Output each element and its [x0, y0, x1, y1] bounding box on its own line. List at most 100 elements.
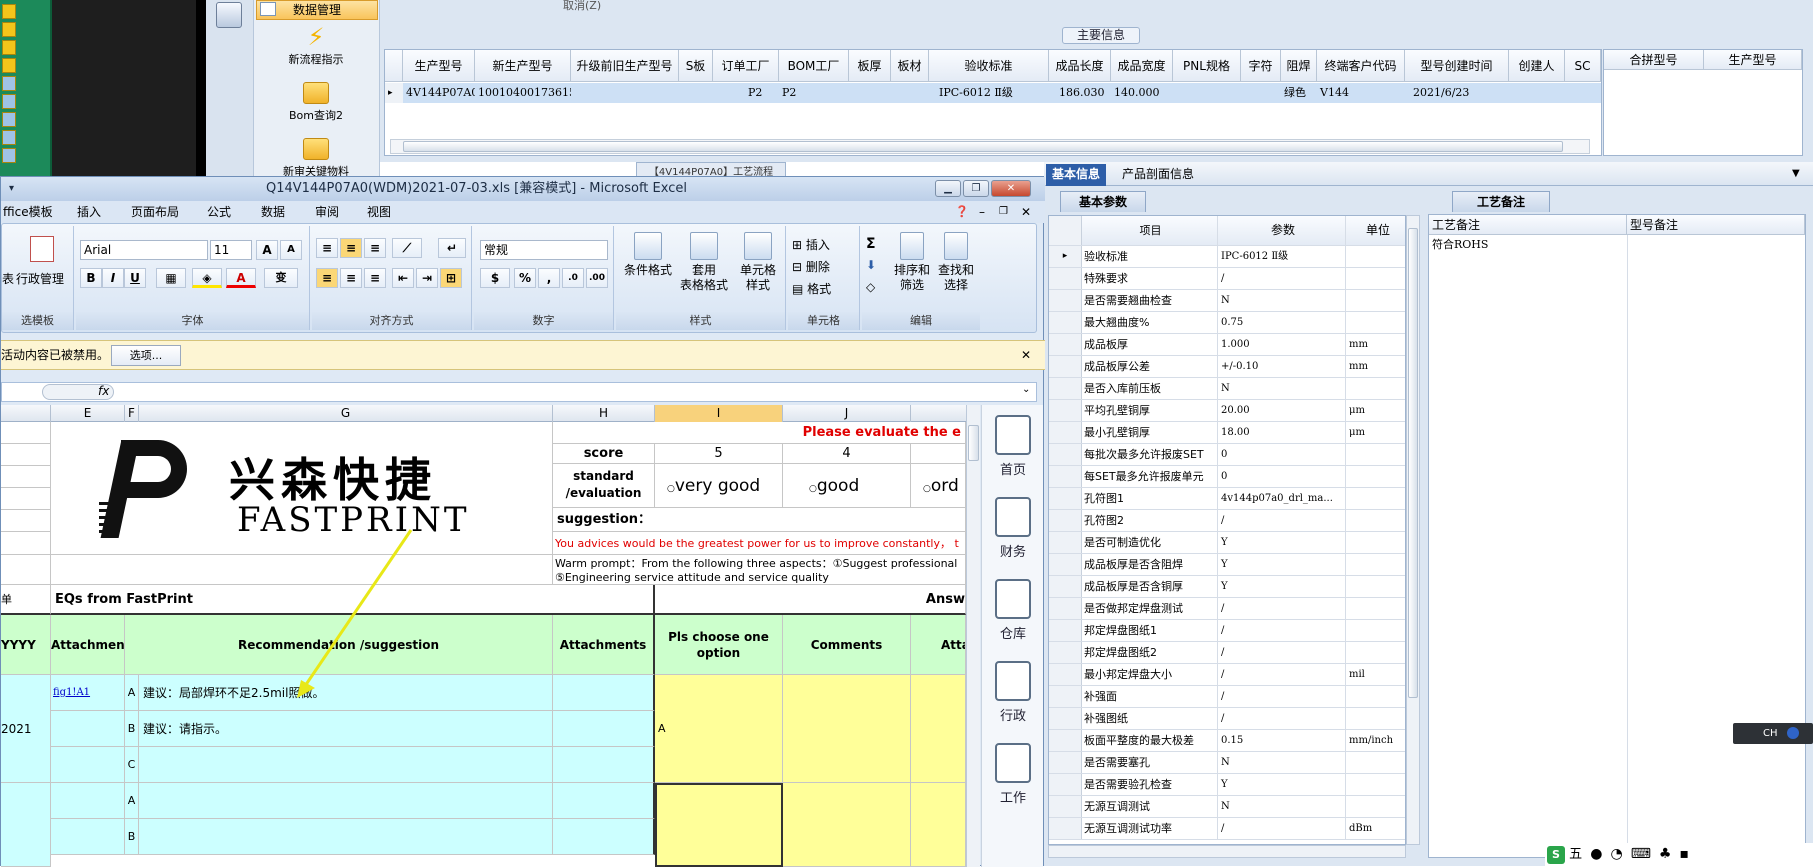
grid-horizontal-scrollbar[interactable]	[390, 139, 1590, 154]
param-name[interactable]: 每批次最多允许报废SET	[1082, 444, 1218, 465]
grid-cell[interactable]: IPC-6012 Ⅱ级	[929, 83, 1049, 103]
param-unit[interactable]	[1346, 774, 1405, 795]
param-value[interactable]: /	[1218, 598, 1346, 619]
tab-view[interactable]: 视图	[365, 201, 393, 223]
align-bottom-icon[interactable]: ≡	[364, 238, 386, 258]
grid-header[interactable]: SC	[1565, 50, 1601, 82]
wrap-text-icon[interactable]: ↵	[438, 238, 466, 258]
param-row[interactable]: 是否需要验孔检查 Y	[1049, 774, 1405, 796]
grid-cell[interactable]	[679, 83, 713, 103]
tray-icons[interactable]: ●◔⌨♣▪	[1590, 846, 1697, 862]
grid-header[interactable]: 终端客户代码	[1317, 50, 1405, 82]
decrease-decimal-icon[interactable]: .00	[586, 268, 608, 288]
param-value[interactable]: 0.15	[1218, 730, 1346, 751]
font-size-select[interactable]: 11	[210, 240, 252, 260]
merge-center-icon[interactable]: ⊞	[440, 268, 462, 288]
param-unit[interactable]	[1346, 598, 1405, 619]
row-selector[interactable]	[1049, 400, 1082, 421]
param-name[interactable]: 邦定焊盘图纸2	[1082, 642, 1218, 663]
param-value[interactable]: /	[1218, 708, 1346, 729]
tab-office-template[interactable]: ffice模板	[1, 201, 55, 223]
param-name[interactable]: 是否入库前压板	[1082, 378, 1218, 399]
font-color-icon[interactable]: A	[226, 268, 256, 288]
param-name[interactable]: 板面平整度的最大极差	[1082, 730, 1218, 751]
tab-review[interactable]: 审阅	[313, 201, 341, 223]
row-indicator-icon[interactable]: ▸	[385, 83, 403, 103]
grid-header[interactable]: 生产型号	[1704, 50, 1802, 70]
nav-item-new-flow[interactable]: ⚡ 新流程指示	[256, 25, 376, 67]
grid-cell[interactable]	[571, 83, 679, 103]
sidenav-admin[interactable]: 行政	[984, 661, 1042, 724]
param-row[interactable]: 平均孔壁铜厚 20.00 μm	[1049, 400, 1405, 422]
help-icon[interactable]	[1786, 727, 1799, 739]
param-row[interactable]: 孔符图2/	[1049, 510, 1405, 532]
param-name[interactable]: 最小孔壁铜厚	[1082, 422, 1218, 443]
param-row[interactable]: 成品板厚公差 +/-0.10 mm	[1049, 356, 1405, 378]
param-name[interactable]: 无源互调测试功率	[1082, 818, 1218, 839]
param-row[interactable]: 补强图纸 /	[1049, 708, 1405, 730]
grid-header[interactable]: 成品长度	[1049, 50, 1111, 82]
sidenav-home[interactable]: 首页	[984, 415, 1042, 478]
tab-process-notes[interactable]: 工艺备注	[1452, 191, 1550, 212]
excel-title-bar[interactable]: ▾ Q14V144P07A0(WDM)2021-07-03.xls [兼容模式]…	[1, 177, 1045, 201]
param-unit[interactable]: μm	[1346, 422, 1405, 443]
param-name[interactable]: 特殊要求	[1082, 268, 1218, 289]
params-horizontal-scrollbar[interactable]	[1048, 845, 1406, 858]
param-value[interactable]: /	[1218, 686, 1346, 707]
param-row[interactable]: ▸ 验收标准 IPC-6012 Ⅱ级	[1049, 246, 1405, 268]
param-value[interactable]: /	[1218, 818, 1346, 839]
param-value[interactable]: /	[1218, 268, 1346, 289]
autosum-icon[interactable]: Σ	[866, 236, 876, 252]
param-name[interactable]: 孔符图1	[1082, 488, 1218, 509]
grid-cell[interactable]	[1241, 83, 1281, 103]
grid-header[interactable]: 工艺备注	[1429, 215, 1627, 235]
tab-insert[interactable]: 插入	[75, 201, 103, 223]
row-selector[interactable]	[1049, 510, 1082, 531]
param-row[interactable]: 无源互调测试 N	[1049, 796, 1405, 818]
param-value[interactable]: Y	[1218, 554, 1346, 575]
row-indicator-icon[interactable]: ▸	[1049, 246, 1082, 267]
row-selector[interactable]	[1049, 818, 1082, 839]
comma-icon[interactable]: ,	[538, 268, 560, 288]
row-selector[interactable]	[1049, 752, 1082, 773]
param-unit[interactable]: mil	[1346, 664, 1405, 685]
param-value[interactable]: N	[1218, 290, 1346, 311]
row-selector[interactable]	[1049, 466, 1082, 487]
param-value[interactable]: N	[1218, 796, 1346, 817]
row-selector[interactable]	[1049, 730, 1082, 751]
grid-header[interactable]: BOM工厂	[779, 50, 849, 82]
formula-bar[interactable]: fx ⌄	[1, 382, 1037, 402]
process-flow-tab[interactable]: 【4V144P07A0】工艺流程	[636, 162, 786, 178]
grid-cell[interactable]: P2	[713, 83, 779, 103]
column-header[interactable]: H	[553, 405, 655, 422]
delete-cells-button[interactable]: ⊟ 删除	[792, 258, 830, 275]
grid-header[interactable]: 新生产型号	[475, 50, 571, 82]
param-unit[interactable]	[1346, 708, 1405, 729]
param-value[interactable]: Y	[1218, 532, 1346, 553]
params-vertical-scrollbar[interactable]	[1406, 215, 1420, 845]
param-name[interactable]: 补强面	[1082, 686, 1218, 707]
align-center-icon[interactable]: ≡	[340, 268, 362, 288]
align-right-icon[interactable]: ≡	[364, 268, 386, 288]
param-value[interactable]: 18.00	[1218, 422, 1346, 443]
param-value[interactable]: /	[1218, 642, 1346, 663]
param-unit[interactable]	[1346, 246, 1405, 267]
column-header[interactable]: G	[139, 405, 553, 422]
ribbon-close-icon[interactable]: ✕	[1019, 201, 1033, 223]
insert-cells-button[interactable]: ⊞ 插入	[792, 236, 830, 253]
scrollbar-thumb[interactable]	[968, 425, 979, 461]
row-selector[interactable]	[1049, 576, 1082, 597]
grid-header[interactable]: 板材	[891, 50, 929, 82]
grid-cell[interactable]: 4V144P07A0	[403, 83, 475, 103]
param-name[interactable]: 是否需要验孔检查	[1082, 774, 1218, 795]
param-row[interactable]: 成品板厚是否含铜厚 Y	[1049, 576, 1405, 598]
column-header[interactable]: E	[51, 405, 125, 422]
param-name[interactable]: 最大翘曲度%	[1082, 312, 1218, 333]
grid-header[interactable]: 参数	[1218, 216, 1346, 245]
row-selector[interactable]	[1049, 796, 1082, 817]
param-unit[interactable]	[1346, 796, 1405, 817]
restore-button[interactable]: ❐	[963, 180, 989, 197]
fill-color-icon[interactable]: ◈	[192, 268, 222, 288]
row-selector[interactable]	[1049, 334, 1082, 355]
param-unit[interactable]: mm	[1346, 334, 1405, 355]
